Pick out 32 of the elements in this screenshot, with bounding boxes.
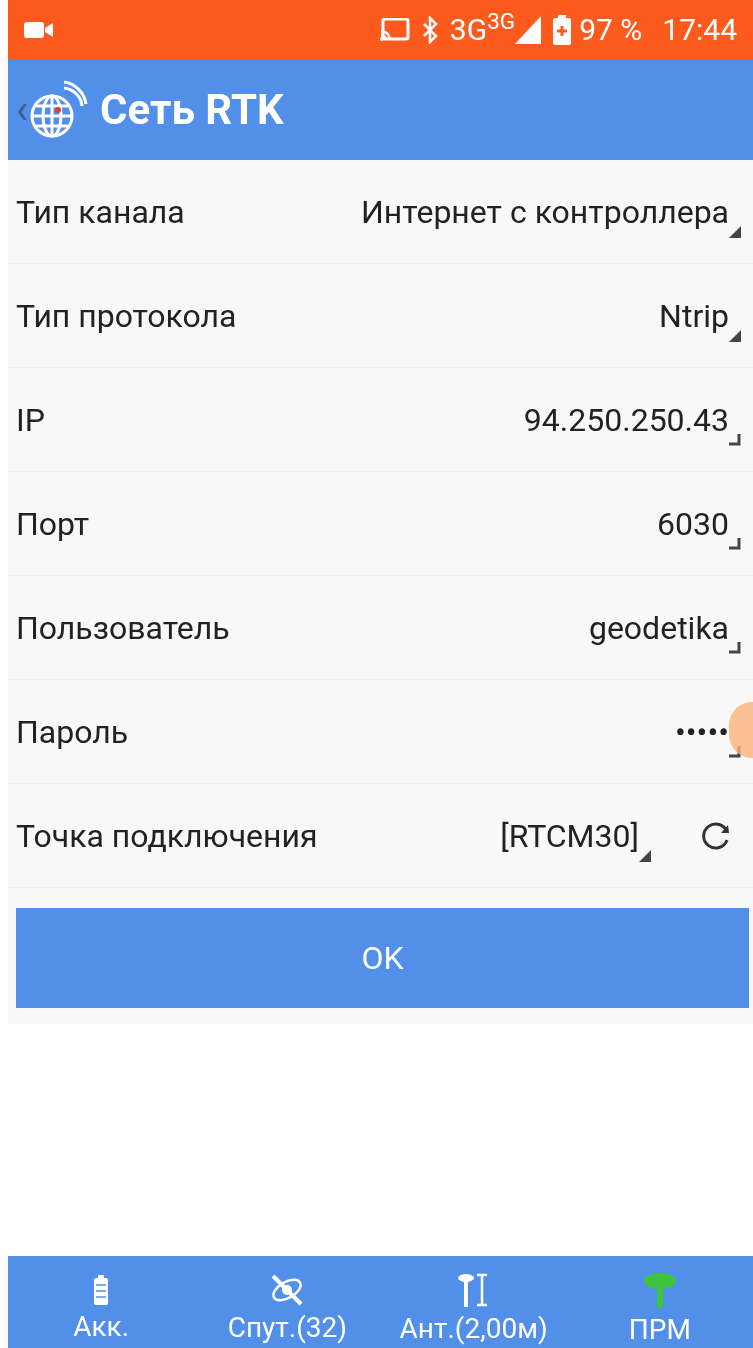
signal-icon bbox=[515, 16, 542, 44]
globe-signal-icon bbox=[28, 80, 88, 140]
field-label: Точка подключения bbox=[16, 815, 318, 857]
network-type: 3G$^{3G}$ bbox=[449, 15, 516, 45]
battery-icon bbox=[553, 15, 572, 45]
dropdown-corner-icon bbox=[729, 225, 741, 238]
video-camera-icon bbox=[24, 20, 54, 40]
field-label: Тип протокола bbox=[16, 295, 237, 337]
dropdown-corner-icon bbox=[729, 329, 741, 342]
field-label: Порт bbox=[16, 503, 90, 545]
input-corner-icon bbox=[729, 537, 741, 550]
field-label: IP bbox=[16, 399, 45, 441]
battery-icon bbox=[94, 1275, 109, 1305]
field-label: Тип канала bbox=[16, 191, 185, 233]
value-field[interactable]: ••••• bbox=[675, 707, 729, 756]
field-label: Пользователь bbox=[16, 607, 230, 649]
dropdown-field[interactable]: Интернет с контроллера bbox=[361, 187, 729, 236]
battery-percent: 97 % bbox=[579, 15, 643, 45]
dropdown-corner-icon bbox=[639, 849, 651, 862]
input-corner-icon bbox=[729, 641, 741, 654]
cast-icon bbox=[379, 18, 410, 42]
value-field[interactable]: geodetika bbox=[588, 603, 729, 652]
clock: 17:44 bbox=[662, 15, 737, 45]
value-field[interactable]: 94.250.250.43 bbox=[523, 395, 729, 444]
dropdown-field[interactable]: Ntrip bbox=[659, 291, 729, 340]
dropdown-field[interactable]: [RTCM30] bbox=[500, 811, 639, 860]
value-field[interactable]: 6030 bbox=[657, 499, 729, 548]
field-label: Пароль bbox=[16, 711, 129, 753]
bluetooth-icon bbox=[421, 16, 438, 44]
receiver-icon bbox=[642, 1272, 677, 1308]
input-corner-icon bbox=[729, 433, 741, 446]
screen-title: Сеть RTK bbox=[100, 89, 284, 131]
